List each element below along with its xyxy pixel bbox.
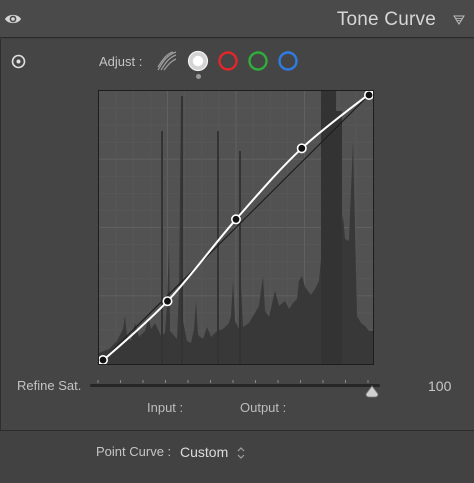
refine-sat-label: Refine Sat. — [17, 378, 82, 393]
curve-control-point[interactable] — [364, 91, 373, 100]
curve-control-point[interactable] — [296, 143, 307, 154]
refine-sat-slider[interactable] — [90, 380, 380, 406]
slider-track — [90, 384, 380, 387]
input-readout: Input : — [147, 400, 184, 415]
curve-control-point[interactable] — [99, 355, 108, 364]
selected-channel-indicator — [196, 74, 201, 79]
adjust-label: Adjust : — [99, 54, 143, 69]
blue-circle-icon[interactable] — [277, 50, 299, 72]
refine-sat-value[interactable]: 100 — [428, 378, 451, 394]
panel-header: Tone Curve — [0, 0, 474, 38]
point-curve-value[interactable]: Custom — [180, 444, 228, 460]
parametric-curve-icon[interactable] — [156, 50, 178, 72]
red-circle-icon[interactable] — [217, 50, 239, 72]
curve-control-point[interactable] — [162, 296, 173, 307]
slider-thumb[interactable] — [365, 385, 379, 398]
collapse-triangle-icon[interactable] — [453, 14, 465, 26]
green-circle-icon[interactable] — [247, 50, 269, 72]
point-curve-label: Point Curve : — [96, 444, 172, 459]
slider-ticks — [97, 380, 369, 383]
targeted-adjustment-tool-icon[interactable] — [11, 54, 26, 69]
eye-icon[interactable] — [4, 10, 22, 28]
output-readout: Output : — [240, 400, 287, 415]
panel-title[interactable]: Tone Curve — [337, 9, 436, 31]
tone-curve-graph[interactable] — [98, 90, 374, 365]
white-circle-icon[interactable] — [187, 50, 209, 72]
updown-arrows-icon[interactable] — [236, 445, 246, 461]
curve-control-point[interactable] — [231, 214, 242, 225]
